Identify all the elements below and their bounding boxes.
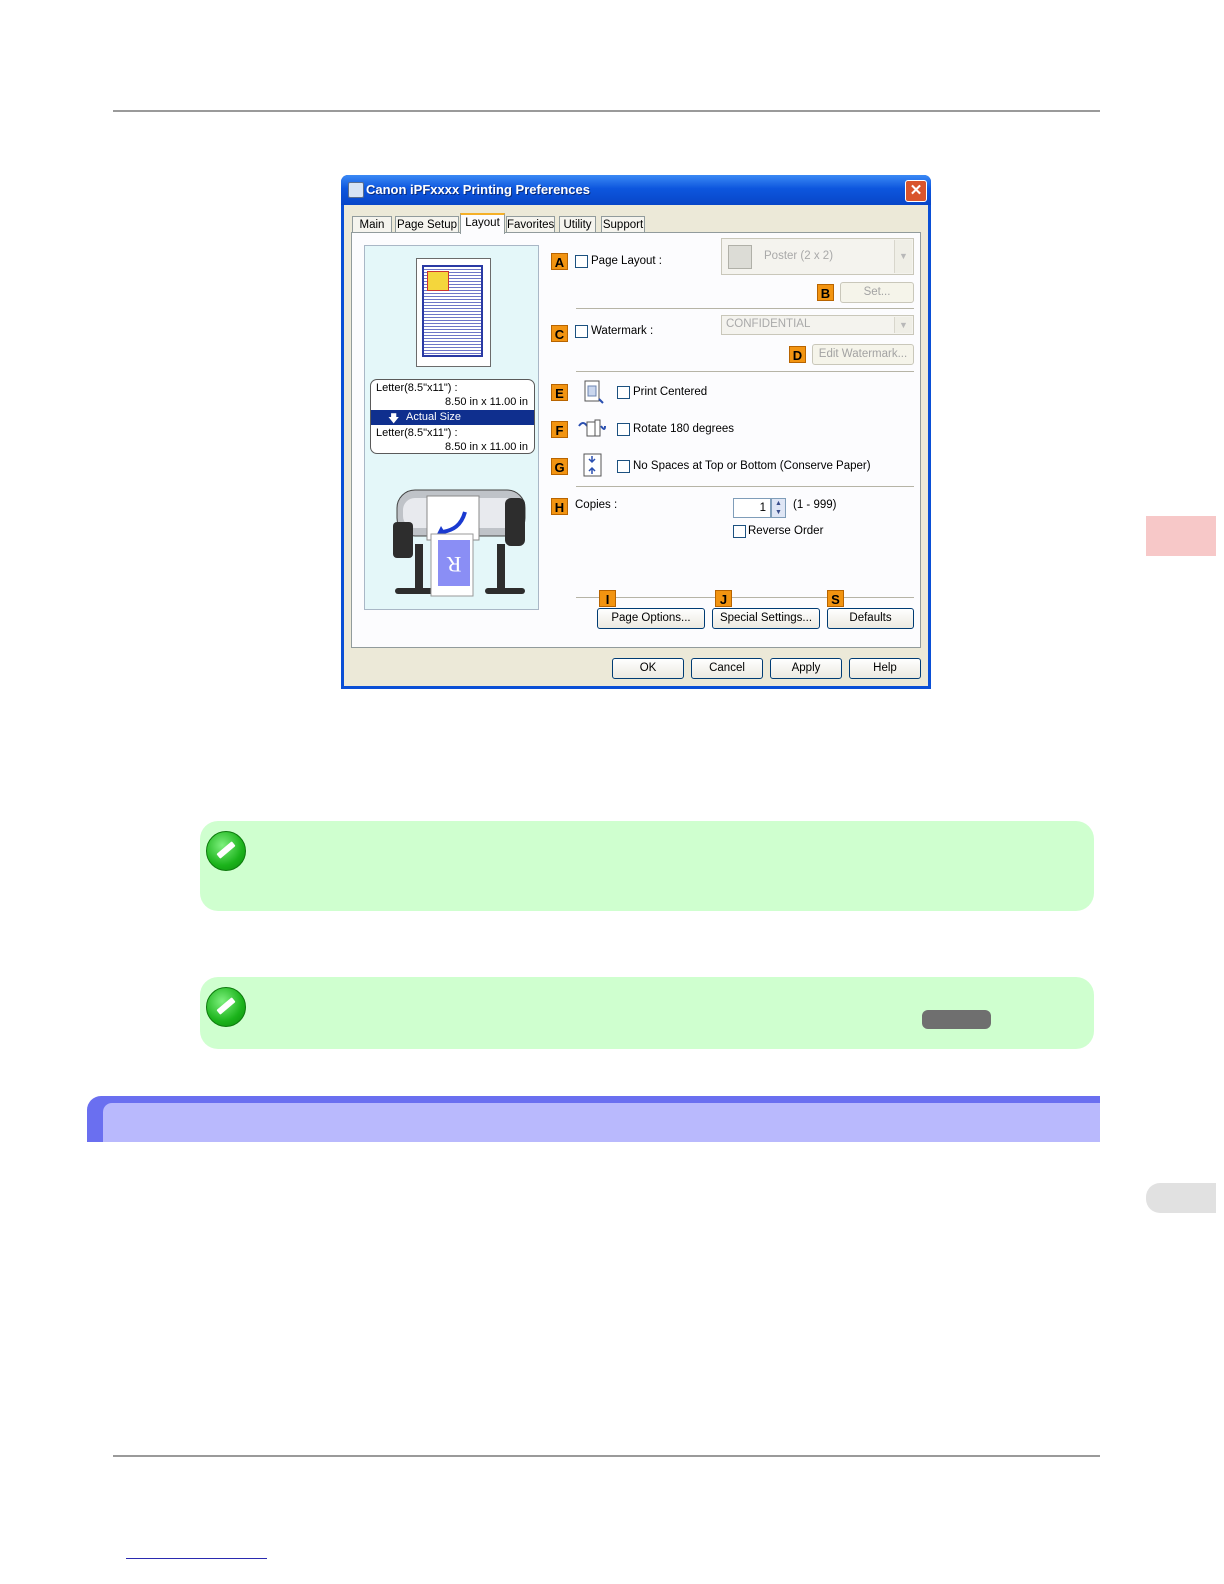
- copies-spinner[interactable]: ▲ ▼: [771, 498, 786, 518]
- page-options-button[interactable]: Page Options...: [597, 608, 705, 629]
- badge-b: B: [817, 284, 834, 301]
- page-layout-checkbox[interactable]: [575, 255, 588, 268]
- special-settings-button[interactable]: Special Settings...: [712, 608, 820, 629]
- page-image-icon: [427, 271, 449, 291]
- tab-utility[interactable]: Utility: [559, 216, 596, 233]
- note-pencil-icon: [206, 987, 246, 1027]
- printer-illustration: R: [393, 489, 526, 597]
- dialog-titlebar: Canon iPFxxxx Printing Preferences ✕: [341, 175, 931, 205]
- help-button[interactable]: Help: [849, 658, 921, 679]
- print-centered-icon: [584, 380, 604, 404]
- chevron-down-icon: ▼: [894, 240, 912, 273]
- watermark-value: CONFIDENTIAL: [726, 318, 811, 330]
- page-layout-label: Page Layout :: [591, 255, 662, 267]
- badge-s: S: [827, 590, 844, 607]
- edit-watermark-button[interactable]: Edit Watermark...: [812, 344, 914, 365]
- badge-j: J: [715, 590, 732, 607]
- badge-c: C: [551, 325, 568, 342]
- badge-g: G: [551, 458, 568, 475]
- media-info-box: Letter(8.5"x11") : 8.50 in x 11.00 in 🡇 …: [370, 379, 535, 454]
- badge-e: E: [551, 384, 568, 401]
- no-spaces-label: No Spaces at Top or Bottom (Conserve Pap…: [633, 460, 871, 472]
- page-layout-value: Poster (2 x 2): [764, 250, 834, 262]
- media-top-label: Letter(8.5"x11") :: [376, 382, 458, 394]
- tab-page-setup[interactable]: Page Setup: [395, 216, 459, 233]
- svg-text:R: R: [446, 552, 461, 577]
- tab-favorites[interactable]: Favorites: [506, 216, 555, 233]
- copies-range: (1 - 999): [793, 499, 837, 511]
- cancel-button[interactable]: Cancel: [691, 658, 763, 679]
- page-layout-combo[interactable]: Poster (2 x 2) ▼: [721, 238, 914, 275]
- media-bottom-size: 8.50 in x 11.00 in: [445, 441, 528, 453]
- section-heading-bar: [87, 1096, 1100, 1142]
- badge-a: A: [551, 253, 568, 270]
- scale-band: 🡇 Actual Size: [371, 410, 534, 425]
- scale-label: Actual Size: [406, 411, 462, 423]
- no-spaces-checkbox[interactable]: [617, 460, 630, 473]
- printing-preferences-dialog: Canon iPFxxxx Printing Preferences ✕ Mai…: [341, 175, 931, 689]
- footer-link-underline[interactable]: [126, 1558, 267, 1559]
- ok-button[interactable]: OK: [612, 658, 684, 679]
- layout-panel: Letter(8.5"x11") : 8.50 in x 11.00 in 🡇 …: [351, 232, 921, 648]
- note-pencil-icon: [206, 831, 246, 871]
- rotate-180-checkbox[interactable]: [617, 423, 630, 436]
- conserve-paper-icon: [583, 453, 602, 477]
- watermark-combo[interactable]: CONFIDENTIAL ▼: [721, 315, 914, 335]
- badge-f: F: [551, 421, 568, 438]
- defaults-button[interactable]: Defaults: [827, 608, 914, 629]
- preview-pane: Letter(8.5"x11") : 8.50 in x 11.00 in 🡇 …: [364, 245, 539, 610]
- rotate-icon: [578, 419, 606, 437]
- badge-d: D: [789, 346, 806, 363]
- copies-label: Copies :: [575, 499, 618, 511]
- page-preview: [416, 258, 491, 367]
- badge-h: H: [551, 498, 568, 515]
- media-top-size: 8.50 in x 11.00 in: [445, 396, 528, 408]
- print-centered-label: Print Centered: [633, 386, 708, 398]
- set-button[interactable]: Set...: [840, 282, 914, 303]
- watermark-label: Watermark :: [591, 325, 654, 337]
- badge-i: I: [599, 590, 616, 607]
- chapter-side-tab: [1146, 516, 1216, 556]
- reverse-order-label: Reverse Order: [748, 525, 824, 537]
- tab-layout[interactable]: Layout: [460, 213, 505, 234]
- header-rule: [113, 110, 1100, 112]
- print-centered-checkbox[interactable]: [617, 386, 630, 399]
- index-side-tab: [1146, 1183, 1216, 1213]
- rotate-180-label: Rotate 180 degrees: [633, 423, 735, 435]
- copies-input[interactable]: 1: [733, 498, 771, 518]
- tab-support[interactable]: Support: [601, 216, 645, 233]
- reference-pill[interactable]: [922, 1010, 991, 1029]
- chevron-down-icon: ▼: [894, 317, 912, 333]
- watermark-checkbox[interactable]: [575, 325, 588, 338]
- printer-icon: [348, 182, 364, 198]
- footer-rule: [113, 1455, 1100, 1457]
- poster-layout-icon: [728, 245, 752, 269]
- media-bottom-label: Letter(8.5"x11") :: [376, 427, 458, 439]
- reverse-order-checkbox[interactable]: [733, 525, 746, 538]
- note-box-1: [200, 821, 1094, 911]
- apply-button[interactable]: Apply: [770, 658, 842, 679]
- close-button[interactable]: ✕: [905, 180, 927, 202]
- dialog-title: Canon iPFxxxx Printing Preferences: [366, 182, 590, 197]
- tab-main[interactable]: Main: [352, 216, 392, 233]
- dialog-client: Main Page Setup Layout Favorites Utility…: [344, 205, 928, 686]
